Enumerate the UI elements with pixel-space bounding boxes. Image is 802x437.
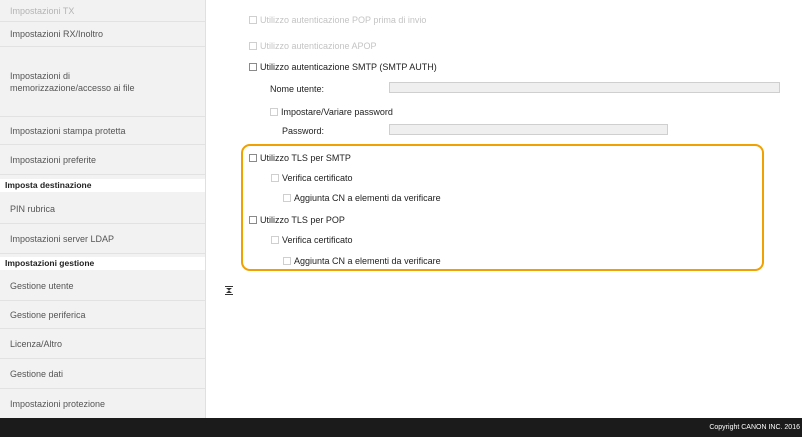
sidebar-item-label: Impostazioni stampa protetta (10, 125, 126, 136)
tls-pop-add-cn-checkbox[interactable] (283, 257, 291, 265)
username-label: Nome utente: (270, 84, 325, 94)
tls-smtp-checkbox[interactable] (249, 154, 257, 162)
sidebar-item-label: Gestione periferica (10, 309, 86, 320)
smtp-auth-checkbox[interactable] (249, 63, 257, 71)
footer-bar: Copyright CANON INC. 2016 (0, 418, 802, 437)
tls-pop-row: Utilizzo TLS per POP (249, 214, 345, 226)
collapse-arrows-icon[interactable] (225, 286, 233, 295)
sidebar-item-impostazioni-memorizzazione[interactable]: Impostazioni di memorizzazione/accesso a… (0, 47, 205, 117)
apop-auth-label: Utilizzo autenticazione APOP (260, 41, 377, 51)
tls-smtp-verify-row: Verifica certificato (271, 172, 353, 184)
sidebar-item-preferite[interactable]: Impostazioni preferite (0, 145, 205, 175)
sidebar-item-licenza-altro[interactable]: Licenza/Altro (0, 329, 205, 359)
sidebar-item-server-ldap[interactable]: Impostazioni server LDAP (0, 224, 205, 254)
sidebar-item-label: Gestione dati (10, 368, 64, 379)
sidebar-item-label: Gestione utente (10, 281, 74, 291)
pop-auth-before-send-row: Utilizzo autenticazione POP prima di inv… (249, 14, 426, 26)
sidebar-item-impostazioni-tx[interactable]: Impostazioni TX (0, 0, 205, 22)
copyright-text: Copyright CANON INC. 2016 (709, 424, 800, 431)
smtp-auth-label: Utilizzo autenticazione SMTP (SMTP AUTH) (260, 62, 437, 72)
password-label: Password: (282, 126, 325, 136)
tls-pop-add-cn-row: Aggiunta CN a elementi da verificare (283, 255, 441, 267)
sidebar-item-label: Impostazioni preferite (10, 154, 97, 165)
sidebar-item-gestione-periferica[interactable]: Gestione periferica (0, 301, 205, 329)
sidebar-section-gestione: Impostazioni gestione (0, 257, 205, 270)
tls-smtp-add-cn-row: Aggiunta CN a elementi da verificare (283, 192, 441, 204)
tls-pop-verify-label: Verifica certificato (282, 235, 353, 245)
sidebar-item-label: Impostazioni protezione (10, 398, 106, 409)
sidebar-item-label: PIN rubrica (10, 203, 56, 214)
sidebar-item-label: Impostazioni TX (10, 5, 75, 16)
tls-smtp-add-cn-label: Aggiunta CN a elementi da verificare (294, 193, 441, 203)
tls-pop-verify-row: Verifica certificato (271, 234, 353, 246)
sidebar-item-impostazioni-rx-inoltro[interactable]: Impostazioni RX/Inoltro (0, 22, 205, 47)
username-field[interactable] (389, 82, 780, 93)
tls-pop-verify-checkbox[interactable] (271, 236, 279, 244)
sidebar-item-label: Impostazioni server LDAP (10, 233, 115, 244)
sidebar: Impostazioni TX Impostazioni RX/Inoltro … (0, 0, 206, 418)
apop-auth-checkbox[interactable] (249, 42, 257, 50)
tls-smtp-row: Utilizzo TLS per SMTP (249, 152, 351, 164)
set-change-password-checkbox[interactable] (270, 108, 278, 116)
sidebar-section-destinazione: Imposta destinazione (0, 179, 205, 192)
sidebar-item-gestione-dati[interactable]: Gestione dati (0, 359, 205, 389)
pop-auth-before-send-label: Utilizzo autenticazione POP prima di inv… (260, 15, 427, 25)
password-field[interactable] (389, 124, 668, 135)
sidebar-item-gestione-utente[interactable]: Gestione utente (0, 272, 205, 301)
tls-smtp-add-cn-checkbox[interactable] (283, 194, 291, 202)
set-change-password-row: Impostare/Variare password (270, 106, 393, 118)
sidebar-item-impostazioni-protezione[interactable]: Impostazioni protezione (0, 389, 205, 418)
sidebar-item-pin-rubrica[interactable]: PIN rubrica (0, 194, 205, 224)
password-row: Password: (282, 125, 324, 137)
username-row: Nome utente: (270, 83, 324, 95)
tls-pop-checkbox[interactable] (249, 216, 257, 224)
set-change-password-label: Impostare/Variare password (281, 107, 393, 117)
pop-auth-before-send-checkbox[interactable] (249, 16, 257, 24)
sidebar-item-label: Impostazioni RX/Inoltro (10, 29, 104, 39)
sidebar-item-stampa-protetta[interactable]: Impostazioni stampa protetta (0, 117, 205, 145)
smtp-auth-row: Utilizzo autenticazione SMTP (SMTP AUTH) (249, 61, 437, 73)
tls-smtp-verify-label: Verifica certificato (282, 173, 353, 183)
tls-smtp-verify-checkbox[interactable] (271, 174, 279, 182)
sidebar-item-label: Licenza/Altro (10, 338, 63, 349)
tls-pop-label: Utilizzo TLS per POP (260, 215, 345, 225)
apop-auth-row: Utilizzo autenticazione APOP (249, 40, 377, 52)
tls-pop-add-cn-label: Aggiunta CN a elementi da verificare (294, 256, 441, 266)
tls-smtp-label: Utilizzo TLS per SMTP (260, 153, 351, 163)
sidebar-item-label: Impostazioni di memorizzazione/accesso a… (10, 70, 135, 93)
